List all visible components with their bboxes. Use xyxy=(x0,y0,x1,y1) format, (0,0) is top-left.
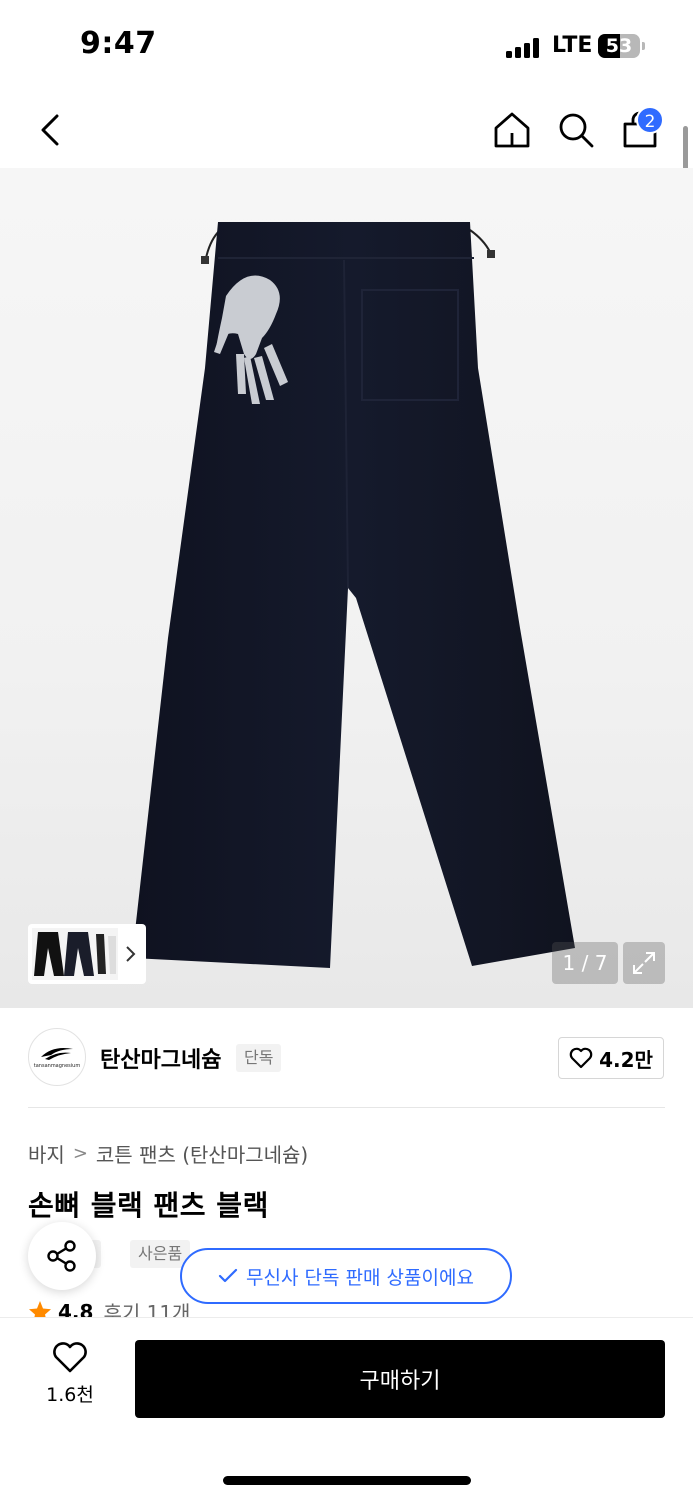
home-button[interactable] xyxy=(490,108,534,152)
search-icon xyxy=(559,113,594,148)
brand-logo[interactable]: tansanmagnesium xyxy=(28,1028,86,1086)
heart-icon xyxy=(569,1047,593,1069)
cart-count-badge: 2 xyxy=(636,106,664,134)
expand-button[interactable] xyxy=(623,942,665,984)
heart-icon xyxy=(53,1342,87,1373)
battery-level: 53 xyxy=(605,35,633,57)
thumbnail-strip[interactable] xyxy=(28,924,146,984)
image-counter: 1 / 7 xyxy=(552,942,618,984)
back-arrow-icon xyxy=(41,114,59,146)
network-type: LTE xyxy=(552,33,593,58)
search-button[interactable] xyxy=(554,108,598,152)
pants-image xyxy=(132,222,575,968)
wishlist-count: 1.6천 xyxy=(46,1384,94,1406)
product-image[interactable] xyxy=(0,168,693,1008)
brand-like-button[interactable]: 4.2만 xyxy=(558,1037,664,1079)
expand-icon xyxy=(633,952,655,974)
brand-mark-icon xyxy=(41,1048,73,1060)
brand-exclusive-tag: 단독 xyxy=(236,1044,282,1072)
breadcrumb-subcategory[interactable]: 코튼 팬츠 (탄산마그네슘) xyxy=(96,1139,308,1168)
home-indicator[interactable] xyxy=(223,1476,471,1485)
exclusive-banner: 무신사 단독 판매 상품이에요 xyxy=(180,1248,512,1304)
check-icon xyxy=(218,1268,238,1283)
divider xyxy=(28,1107,665,1108)
status-time: 9:47 xyxy=(80,26,157,61)
breadcrumb-category[interactable]: 바지 xyxy=(28,1139,65,1168)
buy-button[interactable]: 구매하기 xyxy=(135,1340,665,1418)
wishlist-button[interactable]: 1.6천 xyxy=(32,1342,108,1414)
breadcrumb: 바지 > 코튼 팬츠 (탄산마그네슘) xyxy=(28,1139,308,1168)
brand-row: tansanmagnesium 탄산마그네슘 단독 4.2만 xyxy=(28,1028,665,1088)
chevron-right-icon xyxy=(126,946,136,962)
signal-icon xyxy=(506,36,540,58)
gift-tag: 사은품 xyxy=(130,1240,191,1268)
home-icon xyxy=(494,112,530,148)
back-button[interactable] xyxy=(30,108,70,152)
share-icon xyxy=(47,1240,76,1272)
brand-like-count: 4.2만 xyxy=(599,1047,653,1072)
chevron-right-icon: > xyxy=(72,1143,88,1164)
battery-icon: 53 xyxy=(598,34,646,58)
brand-name[interactable]: 탄산마그네슘 xyxy=(100,1042,221,1074)
thumbnail-image xyxy=(32,928,118,980)
share-button[interactable] xyxy=(28,1222,96,1290)
product-title: 손뼈 블랙 팬츠 블랙 xyxy=(28,1189,269,1222)
exclusive-banner-text: 무신사 단독 판매 상품이에요 xyxy=(246,1266,474,1289)
status-bar: 9:47 LTE 53 xyxy=(0,0,693,92)
brand-logo-text: tansanmagnesium xyxy=(33,1063,81,1069)
